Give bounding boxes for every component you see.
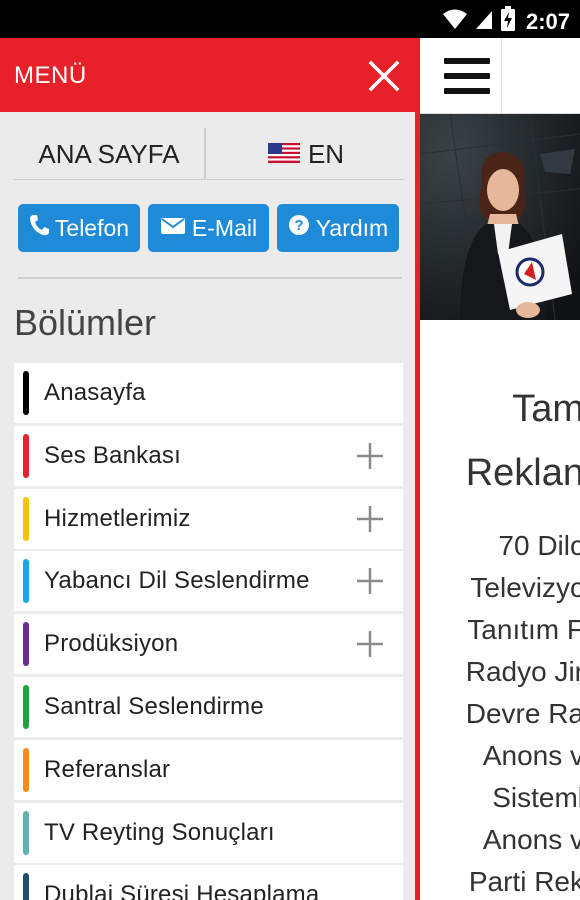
menu-item[interactable]: Ses Bankası (14, 425, 403, 486)
top-links: ANA SAYFA EN (14, 128, 404, 180)
contact-buttons: Telefon E-Mail ? Yardım (18, 204, 400, 252)
envelope-icon (160, 215, 186, 242)
language-label: EN (307, 138, 345, 169)
menu-list: Anasayfa Ses Bankası Hizmetlerimiz Yabancı … (14, 363, 403, 900)
menu-item-label: Dublaj Süresi Hesaplama (44, 881, 320, 900)
menu-item[interactable]: Anasayfa (14, 363, 403, 423)
menu-item-color-bar (23, 496, 29, 541)
page-line: Anons v (482, 824, 580, 855)
phone-icon (29, 214, 49, 242)
wifi-icon (442, 7, 468, 36)
email-button-label: E-Mail (191, 214, 258, 241)
page-heading: Reklan (465, 452, 580, 494)
plus-icon[interactable] (355, 441, 385, 471)
hero-image (420, 114, 580, 320)
menu-item-label: Yabancı Dil Seslendirme (44, 567, 310, 595)
menu-item-label: Anasayfa (44, 379, 146, 406)
menu-item[interactable]: Dublaj Süresi Hesaplama (14, 865, 403, 900)
status-time: 2:07 (525, 8, 570, 34)
menu-item[interactable]: Santral Seslendirme (14, 676, 403, 737)
page-line: Anons v (482, 740, 580, 771)
drawer-title: MENÜ (14, 62, 87, 89)
email-button[interactable]: E-Mail (148, 204, 269, 252)
close-icon[interactable] (366, 58, 402, 94)
menu-item-label: Ses Bankası (44, 441, 181, 469)
page-line: Radyo Jir (465, 656, 580, 687)
menu-item-color-bar (23, 559, 29, 604)
help-button[interactable]: ? Yardım (277, 204, 399, 252)
plus-icon[interactable] (355, 629, 385, 659)
page-line: Televizyc (470, 572, 580, 603)
menu-item-color-bar (23, 684, 29, 729)
home-link[interactable]: ANA SAYFA (14, 128, 206, 180)
menu-item-color-bar (23, 622, 29, 667)
phone-button-label: Telefon (54, 214, 130, 241)
battery-charging-icon (500, 6, 516, 37)
page-header (420, 38, 580, 114)
menu-item-color-bar (23, 371, 29, 415)
section-title: Bölümler (14, 302, 157, 343)
menu-item[interactable]: TV Reyting Sonuçları (14, 802, 403, 863)
page-line: Parti Rek (468, 866, 580, 897)
menu-item-label: Hizmetlerimiz (44, 504, 191, 532)
language-link[interactable]: EN (208, 128, 404, 180)
help-button-label: Yardım (315, 214, 389, 241)
page-line: Sisteml (492, 782, 580, 813)
menu-item-label: Prodüksiyon (44, 630, 179, 658)
menu-item[interactable]: Hizmetlerimiz (14, 488, 403, 549)
menu-item-color-bar (23, 433, 29, 478)
menu-item-color-bar (23, 873, 29, 900)
status-bar: 2:07 (0, 0, 580, 38)
page-line: Devre Ra (465, 698, 580, 729)
menu-item-label: Referanslar (44, 755, 171, 783)
menu-item-label: TV Reyting Sonuçları (44, 818, 275, 846)
menu-item[interactable]: Prodüksiyon (14, 614, 403, 675)
plus-icon[interactable] (355, 566, 385, 596)
page-line: 70 Dilc (498, 530, 580, 561)
us-flag-icon (267, 139, 300, 170)
page-heading: Tam (512, 388, 580, 430)
divider (18, 277, 402, 279)
menu-item[interactable]: Referanslar (14, 739, 403, 800)
signal-icon (474, 7, 494, 36)
page-line: Tanıtım F (467, 614, 580, 645)
status-icons: 2:07 (442, 6, 570, 37)
plus-icon[interactable] (355, 504, 385, 534)
navigation-drawer: MENÜ ANA SAYFA EN Telefon E-Mail ? Yardı… (0, 38, 420, 900)
menu-item-label: Santral Seslendirme (44, 692, 264, 720)
main-page: Tam Reklan 70 Dilc Televizyc Tanıtım F R… (420, 38, 580, 900)
phone-button[interactable]: Telefon (18, 204, 140, 252)
svg-text:?: ? (294, 217, 303, 234)
menu-item-color-bar (23, 810, 29, 855)
drawer-header: MENÜ (0, 38, 415, 112)
menu-item[interactable]: Yabancı Dil Seslendirme (14, 551, 403, 612)
menu-item-color-bar (23, 747, 29, 792)
hamburger-icon[interactable] (428, 38, 502, 114)
question-icon: ? (288, 214, 310, 242)
